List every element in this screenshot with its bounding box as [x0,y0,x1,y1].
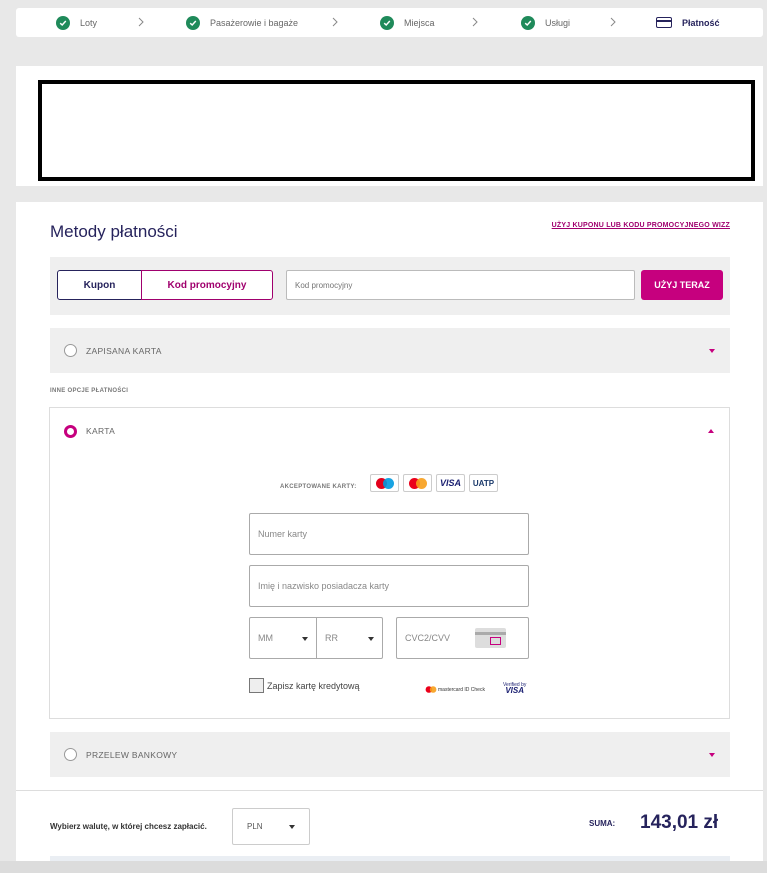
promo-code-input[interactable] [286,270,635,300]
card-number-input[interactable]: Numer karty [249,513,529,555]
check-icon [186,15,200,30]
sum-label: SUMA: [589,819,616,828]
expiry-month-select[interactable]: MM [249,617,317,659]
visa-logo: VISA [436,474,465,492]
uatp-logo: UATP [469,474,498,492]
step-label: Miejsca [404,17,435,28]
tab-kupon[interactable]: Kupon [57,270,142,300]
step-label: Płatność [682,17,720,28]
use-now-button[interactable]: UŻYJ TERAZ [641,270,723,300]
bank-transfer-label: PRZELEW BANKOWY [86,749,178,760]
mastercard-id-check-logo: mastercard ID Check [422,684,485,695]
chevron-right-icon [138,17,144,27]
step-platnosc[interactable]: Płatność [656,8,720,37]
verified-by-visa-logo: Verified by VISA [503,682,527,695]
cvc-input[interactable]: CVC2/CVV [396,617,529,659]
bank-transfer-option[interactable]: PRZELEW BANKOWY [50,732,730,777]
saved-card-option[interactable]: ZAPISANA KARTA [50,328,730,373]
check-icon [380,15,394,30]
card-payment-panel: KARTA AKCEPTOWANE KARTY: VISA UATP Numer… [49,407,730,719]
card-label: KARTA [86,426,116,436]
step-pasazerowie[interactable]: Pasażerowie i bagaże [186,8,298,37]
mastercard-logo [403,474,432,492]
step-loty[interactable]: Loty [56,8,97,37]
saved-card-label: ZAPISANA KARTA [86,345,162,356]
page-title: Metody płatności [50,222,178,241]
save-card-label: Zapisz kartę kredytową [267,680,360,691]
card-option[interactable]: KARTA [50,423,115,439]
banner-container [16,66,763,186]
cvc-card-icon [475,628,506,648]
bottom-bar [0,861,767,873]
other-options-heading: INNE OPCJE PŁATNOŚCI [50,388,129,394]
banner-placeholder [38,80,755,181]
currency-label: Wybierz walutę, w której chcesz zapłacić… [50,822,207,831]
promo-bar: Kupon Kod promocyjny UŻYJ TERAZ [50,257,730,315]
chevron-down-icon [302,637,308,641]
payment-panel: Metody płatności UŻYJ KUPONU LUB KODU PR… [16,202,763,873]
credit-card-icon [656,17,672,28]
check-icon [56,15,70,30]
step-label: Loty [80,17,98,28]
progress-stepper: Loty Pasażerowie i bagaże Miejsca Usługi… [16,8,763,37]
check-icon [521,15,535,30]
save-card-checkbox[interactable]: Zapisz kartę kredytową [249,678,360,693]
expiry-year-select[interactable]: RR [316,617,383,659]
maestro-logo [370,474,399,492]
chevron-up-icon[interactable] [708,429,714,433]
chevron-down-icon [368,637,374,641]
step-miejsca[interactable]: Miejsca [380,8,435,37]
saved-card-radio[interactable] [64,344,77,357]
sum-value: 143,01 zł [640,812,719,833]
chevron-right-icon [332,17,338,27]
step-label: Pasażerowie i bagaże [210,17,299,28]
divider [16,790,763,791]
card-radio[interactable] [64,424,77,438]
currency-select[interactable]: PLN [232,808,310,845]
chevron-down-icon[interactable] [709,753,715,757]
tab-kod-promocyjny[interactable]: Kod promocyjny [141,270,273,300]
chevron-right-icon [472,17,478,27]
step-uslugi[interactable]: Usługi [521,8,570,37]
step-label: Usługi [545,17,571,28]
accepted-cards-label: AKCEPTOWANE KARTY: [280,484,357,490]
cardholder-name-input[interactable]: Imię i nazwisko posiadacza karty [249,565,529,607]
chevron-down-icon [289,825,295,829]
chevron-down-icon[interactable] [709,349,715,353]
chevron-right-icon [610,17,616,27]
coupon-code-link[interactable]: UŻYJ KUPONU LUB KODU PROMOCYJNEGO WIZZ [552,222,730,229]
bank-transfer-radio[interactable] [64,748,77,761]
checkbox[interactable] [249,678,264,693]
